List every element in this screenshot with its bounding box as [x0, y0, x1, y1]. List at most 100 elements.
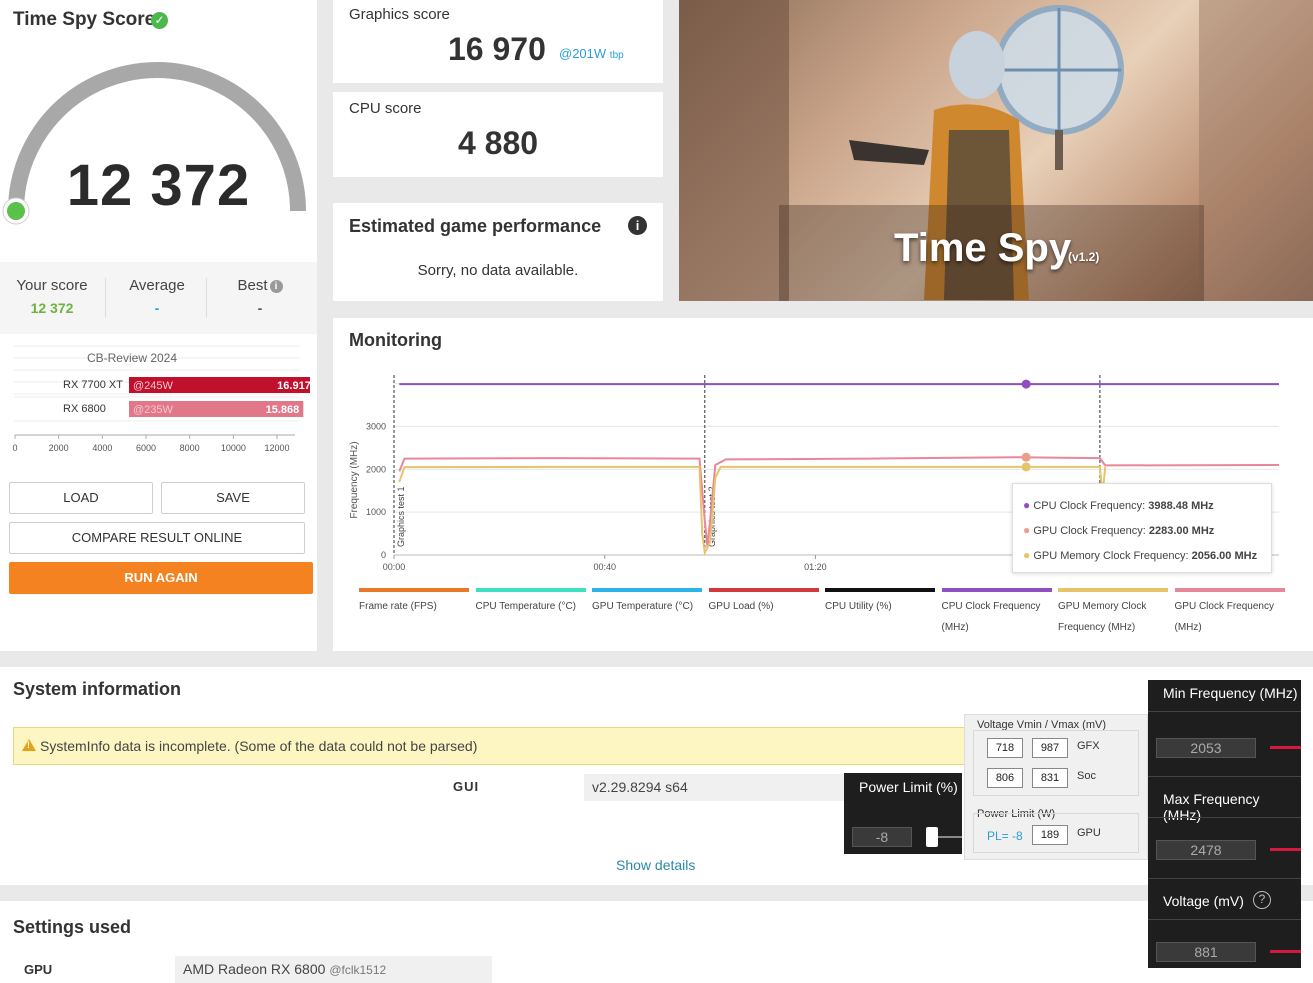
divider	[1148, 878, 1301, 879]
legend-item[interactable]: GPU Temperature (°C)	[592, 588, 702, 617]
best-label: Best i	[210, 277, 310, 294]
tooltip-row-gpu: ● GPU Clock Frequency: 2283.00 MHz	[1023, 523, 1215, 537]
score-title: Time Spy Score	[13, 9, 156, 30]
min-frequency-title: Min Frequency (MHz)	[1163, 685, 1298, 701]
tooltip-mem-value: 2056.00 MHz	[1191, 550, 1258, 562]
min-frequency-slider[interactable]	[1270, 746, 1301, 749]
voltage-mv-slider[interactable]	[1270, 950, 1301, 953]
cb-tick-label: 0	[12, 443, 17, 453]
legend-swatch	[708, 588, 819, 592]
y-axis-label: Frequency (MHz)	[349, 441, 360, 518]
legend-label: CPU Temperature (°C)	[475, 601, 577, 612]
cb-bar-value: 15.868	[266, 404, 300, 416]
voltage-overlay: Voltage Vmin / Vmax (mV) 718 987 GFX 806…	[964, 714, 1148, 860]
legend-item[interactable]: CPU Utility (%)	[825, 588, 935, 617]
info-icon[interactable]: i	[269, 280, 283, 293]
cb-bar-power: @235W	[133, 404, 174, 416]
legend-item[interactable]: GPU Clock Frequency (MHz)	[1174, 588, 1285, 638]
legend-item[interactable]: CPU Clock Frequency (MHz)	[941, 588, 1052, 638]
legend-swatch	[941, 588, 1052, 592]
info-icon[interactable]: i	[628, 216, 647, 235]
min-frequency-field[interactable]: 2053	[1156, 738, 1256, 758]
show-details-link[interactable]: Show details	[616, 857, 695, 873]
cb-bar-label: RX 7700 XT	[63, 379, 123, 391]
legend-label: GPU Clock Frequency (MHz)	[1174, 601, 1274, 633]
save-button[interactable]: SAVE	[161, 482, 305, 514]
tooltip-gpu-value: 2283.00 MHz	[1148, 525, 1215, 537]
best-label-text: Best	[237, 277, 268, 294]
tooltip-mem-label: GPU Memory Clock Frequency:	[1033, 550, 1189, 562]
power-limit-field[interactable]: -8	[852, 827, 912, 847]
y-tick-label: 3000	[366, 421, 386, 431]
cb-bar-label: RX 6800	[63, 403, 106, 415]
tooltip-cpu-value: 3988.48 MHz	[1148, 500, 1214, 512]
cpu-score-card: CPU score 4 880	[333, 92, 663, 177]
game-performance-title: Estimated game performance	[349, 216, 602, 236]
divider	[206, 278, 207, 318]
legend-swatch	[1174, 588, 1285, 592]
warning-text: SystemInfo data is incomplete. (Some of …	[40, 738, 478, 754]
voltage-mv-title: Voltage (mV)	[1163, 893, 1244, 909]
legend-label: Frame rate (FPS)	[359, 601, 437, 612]
settings-gpu-name: AMD Radeon RX 6800	[183, 961, 326, 977]
legend-item[interactable]: GPU Load (%)	[708, 588, 819, 617]
gui-label: GUI	[453, 779, 480, 794]
divider	[1148, 711, 1301, 712]
gfx-max-field[interactable]: 987	[1032, 738, 1068, 758]
your-score-label: Your score	[16, 277, 88, 294]
divider	[105, 278, 106, 318]
pl-gpu-label: GPU	[1077, 827, 1101, 839]
legend-item[interactable]: GPU Memory Clock Frequency (MHz)	[1058, 588, 1168, 638]
cb-review-chart: CB-Review 2024 RX 7700 XT @245W 16.917 RX 68…	[12, 345, 310, 453]
score-stats: Your score 12 372 Average - Best i -	[0, 262, 317, 334]
settings-title: Settings used	[13, 917, 132, 937]
settings-gpu-label: GPU	[24, 962, 53, 977]
legend-swatch	[359, 588, 469, 592]
divider	[1148, 776, 1301, 777]
average-stat: Average -	[107, 277, 207, 316]
tooltip-row-cpu: ● CPU Clock Frequency: 3988.48 MHz	[1023, 498, 1214, 512]
graphics-power-suffix: tbp	[609, 50, 624, 61]
game-performance-card: Estimated game performance i Sorry, no d…	[333, 203, 663, 301]
load-button[interactable]: LOAD	[9, 482, 153, 514]
average-label: Average	[129, 277, 185, 294]
max-frequency-field[interactable]: 2478	[1156, 840, 1256, 860]
voltage-mv-field[interactable]: 881	[1156, 942, 1256, 962]
power-limit-overlay: Power Limit (%) -8	[844, 773, 962, 854]
settings-gpu-value: AMD Radeon RX 6800 @fclk1512	[175, 956, 492, 983]
your-score-stat: Your score 12 372	[2, 277, 102, 316]
incomplete-warning: ! SystemInfo data is incomplete. (Some o…	[13, 727, 1013, 765]
compare-online-button[interactable]: COMPARE RESULT ONLINE	[9, 522, 305, 554]
graphics-power-value: @201W	[559, 46, 607, 61]
graphics-score-card: Graphics score 16 970 @201W tbp	[333, 0, 663, 83]
legend-label: GPU Load (%)	[708, 601, 774, 612]
hero-title: Time Spy	[894, 226, 1072, 270]
legend-label: GPU Memory Clock Frequency (MHz)	[1058, 601, 1147, 633]
series-line	[398, 465, 1107, 557]
legend-item[interactable]: CPU Temperature (°C)	[475, 588, 586, 617]
score-panel: Time Spy Score ✓ 12 372 Your score 12 37…	[0, 0, 317, 651]
divider	[1148, 919, 1301, 920]
pl-value-field[interactable]: 189	[1032, 825, 1068, 845]
your-score-value: 12 372	[30, 300, 74, 316]
soc-min-field[interactable]: 806	[987, 768, 1023, 788]
warning-icon: !	[22, 739, 36, 751]
run-again-button[interactable]: RUN AGAIN	[9, 562, 313, 594]
cb-tick-label: 4000	[92, 443, 112, 453]
legend-swatch	[592, 588, 702, 592]
help-icon[interactable]: ?	[1253, 891, 1271, 909]
settings-panel: Settings used GPU AMD Radeon RX 6800 @fc…	[0, 901, 1313, 983]
legend-swatch	[825, 588, 935, 592]
tooltip-row-mem: ● GPU Memory Clock Frequency: 2056.00 MH…	[1023, 548, 1258, 562]
power-limit-slider-handle[interactable]	[926, 827, 938, 847]
max-frequency-title: Max Frequency (MHz)	[1163, 791, 1260, 823]
legend-item[interactable]: Frame rate (FPS)	[359, 588, 469, 617]
best-stat[interactable]: Best i -	[210, 277, 310, 316]
legend-swatch	[1058, 588, 1168, 592]
hover-point	[1021, 462, 1031, 472]
gfx-min-field[interactable]: 718	[987, 738, 1023, 758]
cpu-score-value: 4 880	[457, 125, 539, 161]
max-frequency-slider[interactable]	[1270, 848, 1301, 851]
soc-label: Soc	[1077, 770, 1096, 782]
soc-max-field[interactable]: 831	[1032, 768, 1068, 788]
